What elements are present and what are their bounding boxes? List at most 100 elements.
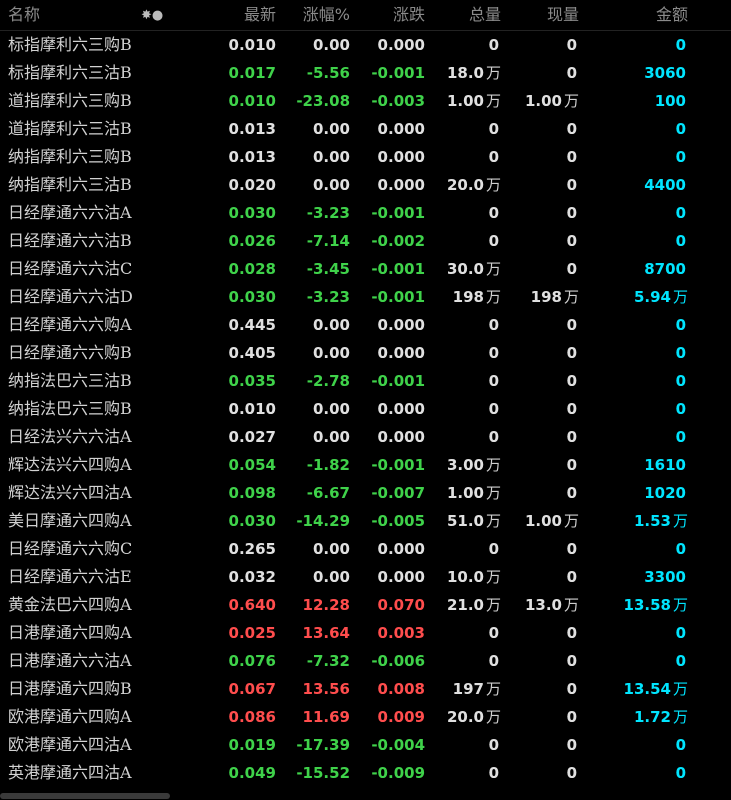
- turnover-amount-value: 100: [654, 92, 686, 110]
- turnover-amount-value: 13.54: [623, 680, 671, 698]
- column-header-current-volume[interactable]: 现量: [501, 0, 579, 30]
- total-volume-value: 0: [488, 624, 499, 642]
- table-row[interactable]: 日港摩通六六沽A 0.076 -7.32 -0.006 0 0 0: [0, 647, 731, 675]
- turnover-amount: 4400: [579, 171, 688, 199]
- security-name: 欧港摩通六四沽A: [8, 731, 168, 759]
- table-row[interactable]: 日经摩通六六沽A 0.030 -3.23 -0.001 0 0 0: [0, 199, 731, 227]
- current-volume: 0: [501, 199, 579, 227]
- total-volume-value: 0: [488, 344, 499, 362]
- current-volume: 0: [501, 563, 579, 591]
- table-row[interactable]: 纳指摩利六三购B 0.013 0.00 0.000 0 0 0: [0, 143, 731, 171]
- current-volume-value: 0: [566, 148, 577, 166]
- last-price-value: 0.049: [228, 764, 276, 782]
- column-header-amount[interactable]: 金额: [579, 0, 688, 30]
- change-percent: 13.64: [276, 619, 350, 647]
- table-row[interactable]: 标指摩利六三购B 0.010 0.00 0.000 0 0 0: [0, 31, 731, 59]
- current-volume: 0: [501, 115, 579, 143]
- security-name-value: 纳指摩利六三购B: [8, 147, 132, 166]
- change-percent-value: -7.14: [306, 232, 350, 250]
- table-row[interactable]: 英港摩通六四沽A 0.049 -15.52 -0.009 0 0 0: [0, 759, 731, 787]
- change-percent-value: -2.78: [306, 372, 350, 390]
- change-value-value: -0.001: [371, 288, 425, 306]
- table-row[interactable]: 纳指法巴六三沽B 0.035 -2.78 -0.001 0 0 0: [0, 367, 731, 395]
- table-row[interactable]: 纳指法巴六三购B 0.010 0.00 0.000 0 0 0: [0, 395, 731, 423]
- change-value-value: -0.001: [371, 64, 425, 82]
- table-row[interactable]: 日经摩通六六购B 0.405 0.00 0.000 0 0 0: [0, 339, 731, 367]
- last-price-value: 0.030: [228, 288, 276, 306]
- turnover-amount-value: 1020: [644, 484, 686, 502]
- change-percent-value: 0.00: [312, 428, 350, 446]
- current-volume-value: 0: [566, 652, 577, 670]
- current-volume: 0: [501, 619, 579, 647]
- table-row[interactable]: 日经法兴六六沽A 0.027 0.00 0.000 0 0 0: [0, 423, 731, 451]
- total-volume-unit: 万: [485, 568, 501, 586]
- column-header-volume[interactable]: 总量: [425, 0, 501, 30]
- change-value: -0.001: [350, 199, 425, 227]
- turnover-amount-value: 1.72: [633, 708, 671, 726]
- table-row[interactable]: 纳指摩利六三沽B 0.020 0.00 0.000 20.0 万 0 4400: [0, 171, 731, 199]
- current-volume: 0: [501, 535, 579, 563]
- column-header-price[interactable]: 最新: [186, 0, 276, 30]
- current-volume-value: 0: [566, 764, 577, 782]
- total-volume-unit: 万: [485, 456, 501, 474]
- last-price: 0.010: [186, 31, 276, 59]
- security-name: 日经摩通六六购C: [8, 535, 168, 563]
- table-row[interactable]: 道指摩利六三购B 0.010 -23.08 -0.003 1.00 万 1.00 万 100: [0, 87, 731, 115]
- current-volume: 0: [501, 59, 579, 87]
- change-value-value: 0.000: [377, 176, 425, 194]
- change-value: -0.007: [350, 479, 425, 507]
- last-price-value: 0.640: [228, 596, 276, 614]
- change-value-value: 0.000: [377, 428, 425, 446]
- last-price-value: 0.030: [228, 204, 276, 222]
- table-row[interactable]: 美日摩通六四购A 0.030 -14.29 -0.005 51.0 万 1.00 万 1.53 万: [0, 507, 731, 535]
- table-row[interactable]: 辉达法兴六四购A 0.054 -1.82 -0.001 3.00 万 0 1610: [0, 451, 731, 479]
- table-row[interactable]: 日经摩通六六沽E 0.032 0.00 0.000 10.0 万 0 3300: [0, 563, 731, 591]
- horizontal-scrollbar[interactable]: [0, 793, 170, 799]
- total-volume: 0: [425, 731, 501, 759]
- turnover-amount: 0: [579, 395, 688, 423]
- table-row[interactable]: 日经摩通六六沽B 0.026 -7.14 -0.002 0 0 0: [0, 227, 731, 255]
- turnover-amount: 0: [579, 31, 688, 59]
- change-percent-value: -15.52: [296, 764, 350, 782]
- table-row[interactable]: 日经摩通六六购C 0.265 0.00 0.000 0 0 0: [0, 535, 731, 563]
- last-price: 0.098: [186, 479, 276, 507]
- security-name-value: 黄金法巴六四购A: [8, 595, 132, 614]
- table-row[interactable]: 欧港摩通六四沽A 0.019 -17.39 -0.004 0 0 0: [0, 731, 731, 759]
- column-header-change-percent[interactable]: 涨幅%: [276, 0, 350, 30]
- turnover-amount: 0: [579, 339, 688, 367]
- table-row[interactable]: 日港摩通六四购B 0.067 13.56 0.008 197 万 0 13.54 万: [0, 675, 731, 703]
- column-header-change[interactable]: 涨跌: [350, 0, 425, 30]
- security-name-value: 日港摩通六四购A: [8, 623, 132, 642]
- table-row[interactable]: 日港摩通六四购A 0.025 13.64 0.003 0 0 0: [0, 619, 731, 647]
- change-percent: -15.52: [276, 759, 350, 787]
- total-volume-value: 10.0: [446, 568, 484, 586]
- change-value: 0.000: [350, 311, 425, 339]
- current-volume: 1.00 万: [501, 507, 579, 535]
- change-value-value: 0.000: [377, 120, 425, 138]
- turnover-amount-value: 0: [675, 764, 686, 782]
- table-row[interactable]: 日经摩通六六沽C 0.028 -3.45 -0.001 30.0 万 0 8700: [0, 255, 731, 283]
- table-row[interactable]: 日经摩通六六购A 0.445 0.00 0.000 0 0 0: [0, 311, 731, 339]
- table-row[interactable]: 黄金法巴六四购A 0.640 12.28 0.070 21.0 万 13.0 万 13.58 万: [0, 591, 731, 619]
- table-row[interactable]: 标指摩利六三沽B 0.017 -5.56 -0.001 18.0 万 0 3060: [0, 59, 731, 87]
- security-name-value: 纳指法巴六三购B: [8, 399, 132, 418]
- table-row[interactable]: 日经摩通六六沽D 0.030 -3.23 -0.001 198 万 198 万 5.94 万: [0, 283, 731, 311]
- change-value-value: -0.002: [371, 232, 425, 250]
- change-percent: -3.23: [276, 199, 350, 227]
- table-row[interactable]: 欧港摩通六四购A 0.086 11.69 0.009 20.0 万 0 1.72 万: [0, 703, 731, 731]
- security-name: 纳指摩利六三购B: [8, 143, 168, 171]
- total-volume-value: 3.00: [446, 456, 484, 474]
- change-value: -0.001: [350, 59, 425, 87]
- change-value: -0.003: [350, 87, 425, 115]
- table-row[interactable]: 道指摩利六三沽B 0.013 0.00 0.000 0 0 0: [0, 115, 731, 143]
- current-volume-value: 0: [566, 204, 577, 222]
- total-volume: 1.00 万: [425, 87, 501, 115]
- change-value: 0.000: [350, 339, 425, 367]
- current-volume-value: 0: [566, 456, 577, 474]
- column-settings-icon[interactable]: ✸●: [141, 8, 163, 23]
- turnover-amount-value: 0: [675, 316, 686, 334]
- change-value-value: -0.004: [371, 736, 425, 754]
- current-volume-value: 0: [566, 260, 577, 278]
- table-row[interactable]: 辉达法兴六四沽A 0.098 -6.67 -0.007 1.00 万 0 1020: [0, 479, 731, 507]
- turnover-amount: 0: [579, 731, 688, 759]
